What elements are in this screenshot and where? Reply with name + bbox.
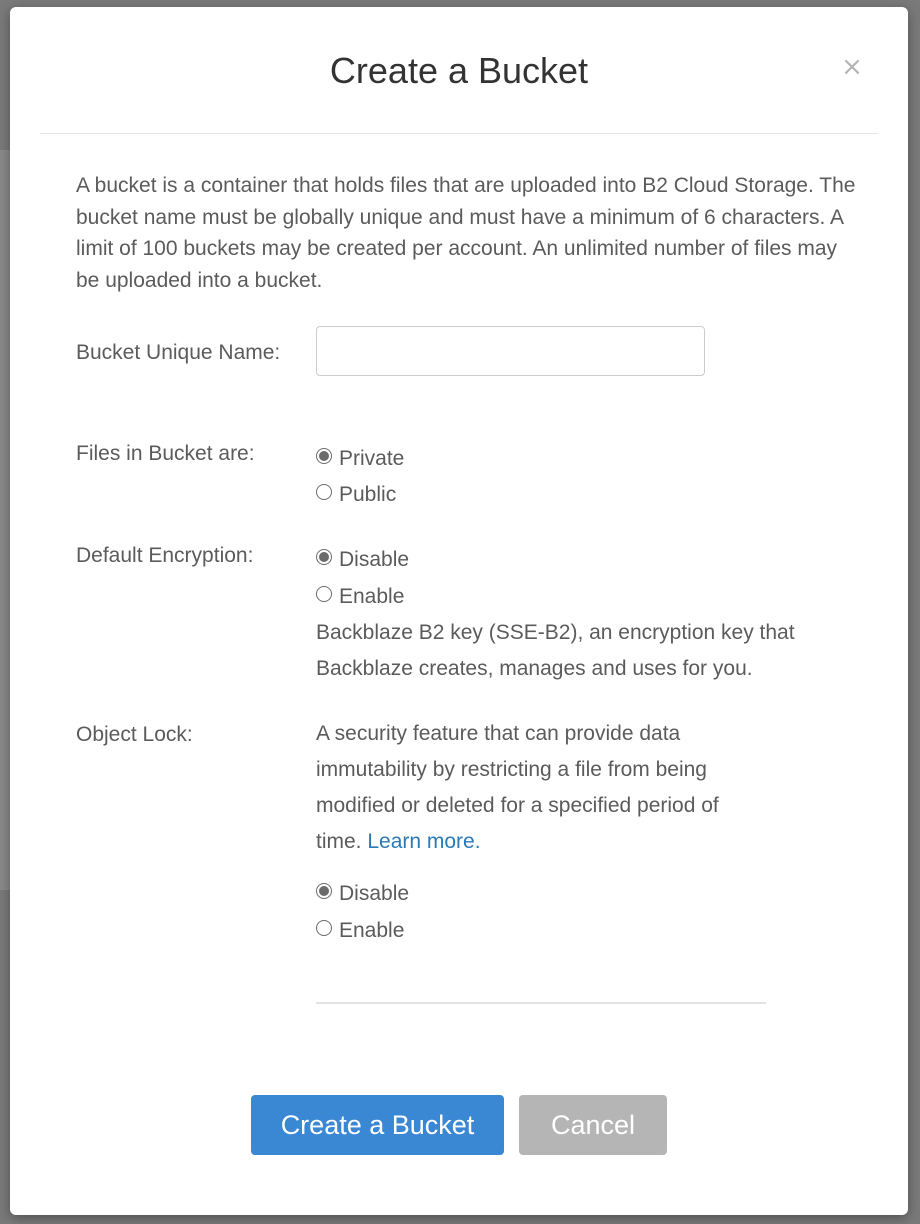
radio-checked-icon[interactable] xyxy=(316,883,332,899)
radio-public[interactable]: Public xyxy=(316,481,396,509)
radio-object-lock-enable[interactable]: Enable xyxy=(316,917,404,945)
radio-encryption-disable-label: Disable xyxy=(339,548,410,571)
cancel-button[interactable]: Cancel xyxy=(519,1095,667,1155)
radio-private[interactable]: Private xyxy=(316,445,404,473)
radio-public-label: Public xyxy=(339,483,397,506)
bucket-name-input[interactable] xyxy=(316,326,705,376)
modal-header: Create a Bucket × xyxy=(40,7,878,134)
radio-checked-icon[interactable] xyxy=(316,549,332,565)
object-lock-help-line-2: immutability by restricting a file from … xyxy=(316,758,707,781)
radio-object-lock-disable-label: Disable xyxy=(339,882,410,905)
encryption-help-text: Backblaze B2 key (SSE-B2), an encryption… xyxy=(316,615,795,687)
radio-checked-icon[interactable] xyxy=(316,448,332,464)
close-icon[interactable]: × xyxy=(840,54,864,80)
create-bucket-button[interactable]: Create a Bucket xyxy=(251,1095,504,1155)
radio-unchecked-icon[interactable] xyxy=(316,920,332,936)
radio-object-lock-disable[interactable]: Disable xyxy=(316,880,409,908)
files-visibility-label: Files in Bucket are: xyxy=(76,442,255,465)
object-lock-label: Object Lock: xyxy=(76,723,193,746)
encryption-help-line-1: Backblaze B2 key (SSE-B2), an encryption… xyxy=(316,621,795,644)
bucket-name-label: Bucket Unique Name: xyxy=(76,341,281,364)
section-divider xyxy=(316,1002,766,1004)
radio-private-label: Private xyxy=(339,447,405,470)
radio-unchecked-icon[interactable] xyxy=(316,586,332,602)
radio-unchecked-icon[interactable] xyxy=(316,484,332,500)
radio-object-lock-enable-label: Enable xyxy=(339,919,405,942)
radio-encryption-enable-label: Enable xyxy=(339,585,405,608)
default-encryption-label: Default Encryption: xyxy=(76,544,254,567)
object-lock-help-line-1: A security feature that can provide data xyxy=(316,722,681,745)
encryption-help-line-2: Backblaze creates, manages and uses for … xyxy=(316,657,753,680)
modal-title: Create a Bucket xyxy=(329,50,589,91)
object-lock-help-text: A security feature that can provide data… xyxy=(316,716,719,860)
radio-encryption-disable[interactable]: Disable xyxy=(316,546,409,574)
intro-text: A bucket is a container that holds files… xyxy=(76,174,856,292)
create-bucket-modal: Create a Bucket × A bucket is a containe… xyxy=(10,7,908,1215)
radio-encryption-enable[interactable]: Enable xyxy=(316,583,404,611)
object-lock-help-line-4: time. xyxy=(316,830,368,853)
object-lock-help-line-3: modified or deleted for a specified peri… xyxy=(316,794,719,817)
learn-more-link[interactable]: Learn more. xyxy=(367,830,480,853)
